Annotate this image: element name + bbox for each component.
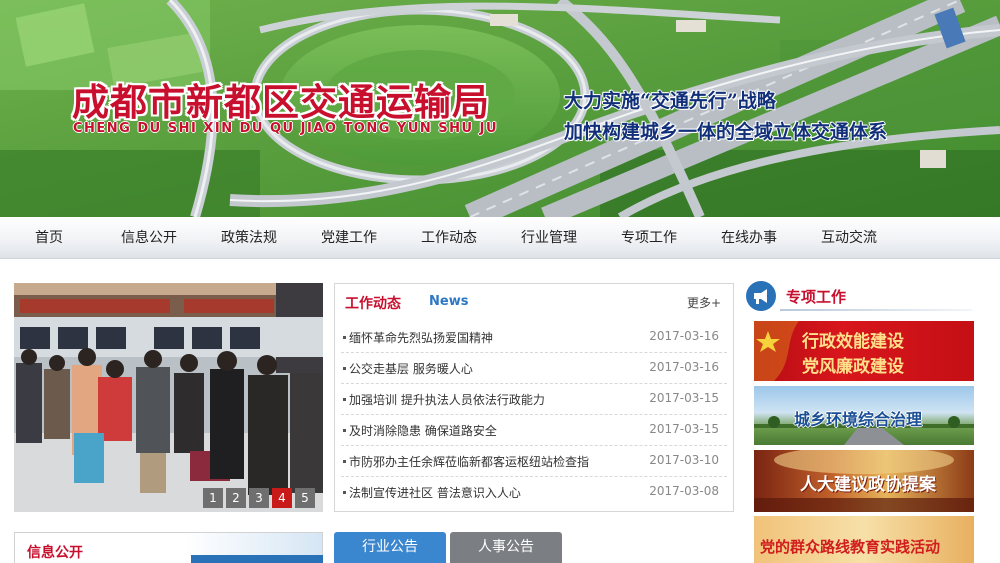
news-item-date: 2017-03-15 bbox=[649, 422, 719, 436]
slideshow-dots: 1 2 3 4 5 bbox=[203, 488, 315, 508]
news-title: 工作动态 bbox=[345, 296, 401, 312]
news-item[interactable]: 市防邪办主任余辉莅临新都客运枢纽站检查指 2017-03-10 bbox=[341, 446, 727, 477]
nav-item-special-work[interactable]: 专项工作 bbox=[616, 217, 682, 259]
special-banner-line1: 人大建议政协提案 bbox=[800, 475, 936, 495]
nav-item-party-building[interactable]: 党建工作 bbox=[316, 217, 382, 259]
news-item[interactable]: 及时消除隐患 确保道路安全 2017-03-15 bbox=[341, 415, 727, 446]
news-item-date: 2017-03-08 bbox=[649, 484, 719, 498]
special-banner-line1: 行政效能建设 bbox=[802, 332, 904, 352]
tab-industry-notice[interactable]: 行业公告 bbox=[334, 532, 446, 563]
news-item[interactable]: 加强培训 提升执法人员依法行政能力 2017-03-15 bbox=[341, 384, 727, 415]
news-more-link[interactable]: 更多+ bbox=[687, 294, 721, 311]
special-banner-proposals[interactable]: 人大建议政协提案 bbox=[754, 450, 974, 512]
info-public-title: 信息公开 bbox=[27, 545, 83, 561]
special-banner-efficiency[interactable]: 行政效能建设 党风廉政建设 bbox=[754, 321, 974, 381]
news-item-date: 2017-03-10 bbox=[649, 453, 719, 467]
header-banner: 成都市新都区交通运输局 CHENG DU SHI XIN DU QU JIAO … bbox=[0, 0, 1000, 217]
bullet-icon bbox=[343, 429, 346, 432]
bullet-icon bbox=[343, 460, 346, 463]
page: 成都市新都区交通运输局 CHENG DU SHI XIN DU QU JIAO … bbox=[0, 0, 1000, 563]
nav-item-interaction[interactable]: 互动交流 bbox=[816, 217, 882, 259]
news-item-title[interactable]: 及时消除隐患 确保道路安全 bbox=[349, 422, 497, 439]
nav-item-home[interactable]: 首页 bbox=[20, 217, 78, 259]
special-work-divider bbox=[780, 309, 972, 311]
station-crowd-photo bbox=[14, 283, 323, 512]
news-item-title[interactable]: 加强培训 提升执法人员依法行政能力 bbox=[349, 391, 545, 408]
nav-item-policy[interactable]: 政策法规 bbox=[216, 217, 282, 259]
news-item-date: 2017-03-16 bbox=[649, 329, 719, 343]
news-item[interactable]: 公交走基层 服务暖人心 2017-03-16 bbox=[341, 353, 727, 384]
nav-item-info-public[interactable]: 信息公开 bbox=[116, 217, 182, 259]
news-item-date: 2017-03-15 bbox=[649, 391, 719, 405]
special-banner-mass-line[interactable]: 党的群众路线教育实践活动 bbox=[754, 516, 974, 563]
info-public-accent-bar bbox=[191, 555, 323, 563]
info-public-panel: 信息公开 bbox=[14, 532, 323, 563]
special-work-header: 专项工作 bbox=[746, 281, 976, 313]
news-item-title[interactable]: 市防邪办主任余辉莅临新都客运枢纽站检查指 bbox=[349, 453, 589, 470]
special-banner-line1: 党的群众路线教育实践活动 bbox=[760, 538, 941, 556]
slide-dot-4[interactable]: 4 bbox=[272, 488, 292, 508]
site-title-pinyin: CHENG DU SHI XIN DU QU JIAO TONG YUN SHU… bbox=[73, 121, 499, 136]
megaphone-icon bbox=[746, 281, 776, 311]
nav-item-online-service[interactable]: 在线办事 bbox=[716, 217, 782, 259]
special-work-title: 专项工作 bbox=[786, 288, 847, 306]
nav-item-industry[interactable]: 行业管理 bbox=[516, 217, 582, 259]
tab-personnel-notice[interactable]: 人事公告 bbox=[450, 532, 562, 563]
news-item-title[interactable]: 缅怀革命先烈弘扬爱国精神 bbox=[349, 329, 493, 346]
bullet-icon bbox=[343, 491, 346, 494]
news-item-title[interactable]: 法制宣传进社区 普法意识入人心 bbox=[349, 484, 521, 501]
news-title-english: News bbox=[429, 294, 469, 309]
bullet-icon bbox=[343, 367, 346, 370]
site-title: 成都市新都区交通运输局 bbox=[72, 80, 490, 124]
special-banner-line1: 城乡环境综合治理 bbox=[794, 410, 923, 429]
slide-dot-2[interactable]: 2 bbox=[226, 488, 246, 508]
slogan-line-1: 大力实施“交通先行”战略 bbox=[564, 90, 776, 112]
news-item[interactable]: 法制宣传进社区 普法意识入人心 2017-03-08 bbox=[341, 477, 727, 508]
slide-dot-1[interactable]: 1 bbox=[203, 488, 223, 508]
news-header: 工作动态 News 更多+ bbox=[335, 284, 733, 318]
slide-dot-5[interactable]: 5 bbox=[295, 488, 315, 508]
nav-item-work-news[interactable]: 工作动态 bbox=[416, 217, 482, 259]
news-slideshow[interactable]: 1 2 3 4 5 bbox=[14, 283, 323, 512]
bullet-icon bbox=[343, 336, 346, 339]
news-item[interactable]: 缅怀革命先烈弘扬爱国精神 2017-03-16 bbox=[341, 322, 727, 353]
news-item-title[interactable]: 公交走基层 服务暖人心 bbox=[349, 360, 473, 377]
work-news-panel: 工作动态 News 更多+ 缅怀革命先烈弘扬爱国精神 2017-03-16 公交… bbox=[334, 283, 734, 512]
special-banner-environment[interactable]: 城乡环境综合治理 bbox=[754, 386, 974, 445]
news-item-date: 2017-03-16 bbox=[649, 360, 719, 374]
slide-dot-3[interactable]: 3 bbox=[249, 488, 269, 508]
special-banner-line2: 党风廉政建设 bbox=[802, 357, 904, 377]
main-nav: 首页 信息公开 政策法规 党建工作 工作动态 行业管理 专项工作 在线办事 互动… bbox=[0, 217, 1000, 259]
bullet-icon bbox=[343, 398, 346, 401]
slogan-line-2: 加快构建城乡一体的全域立体交通体系 bbox=[564, 121, 888, 143]
